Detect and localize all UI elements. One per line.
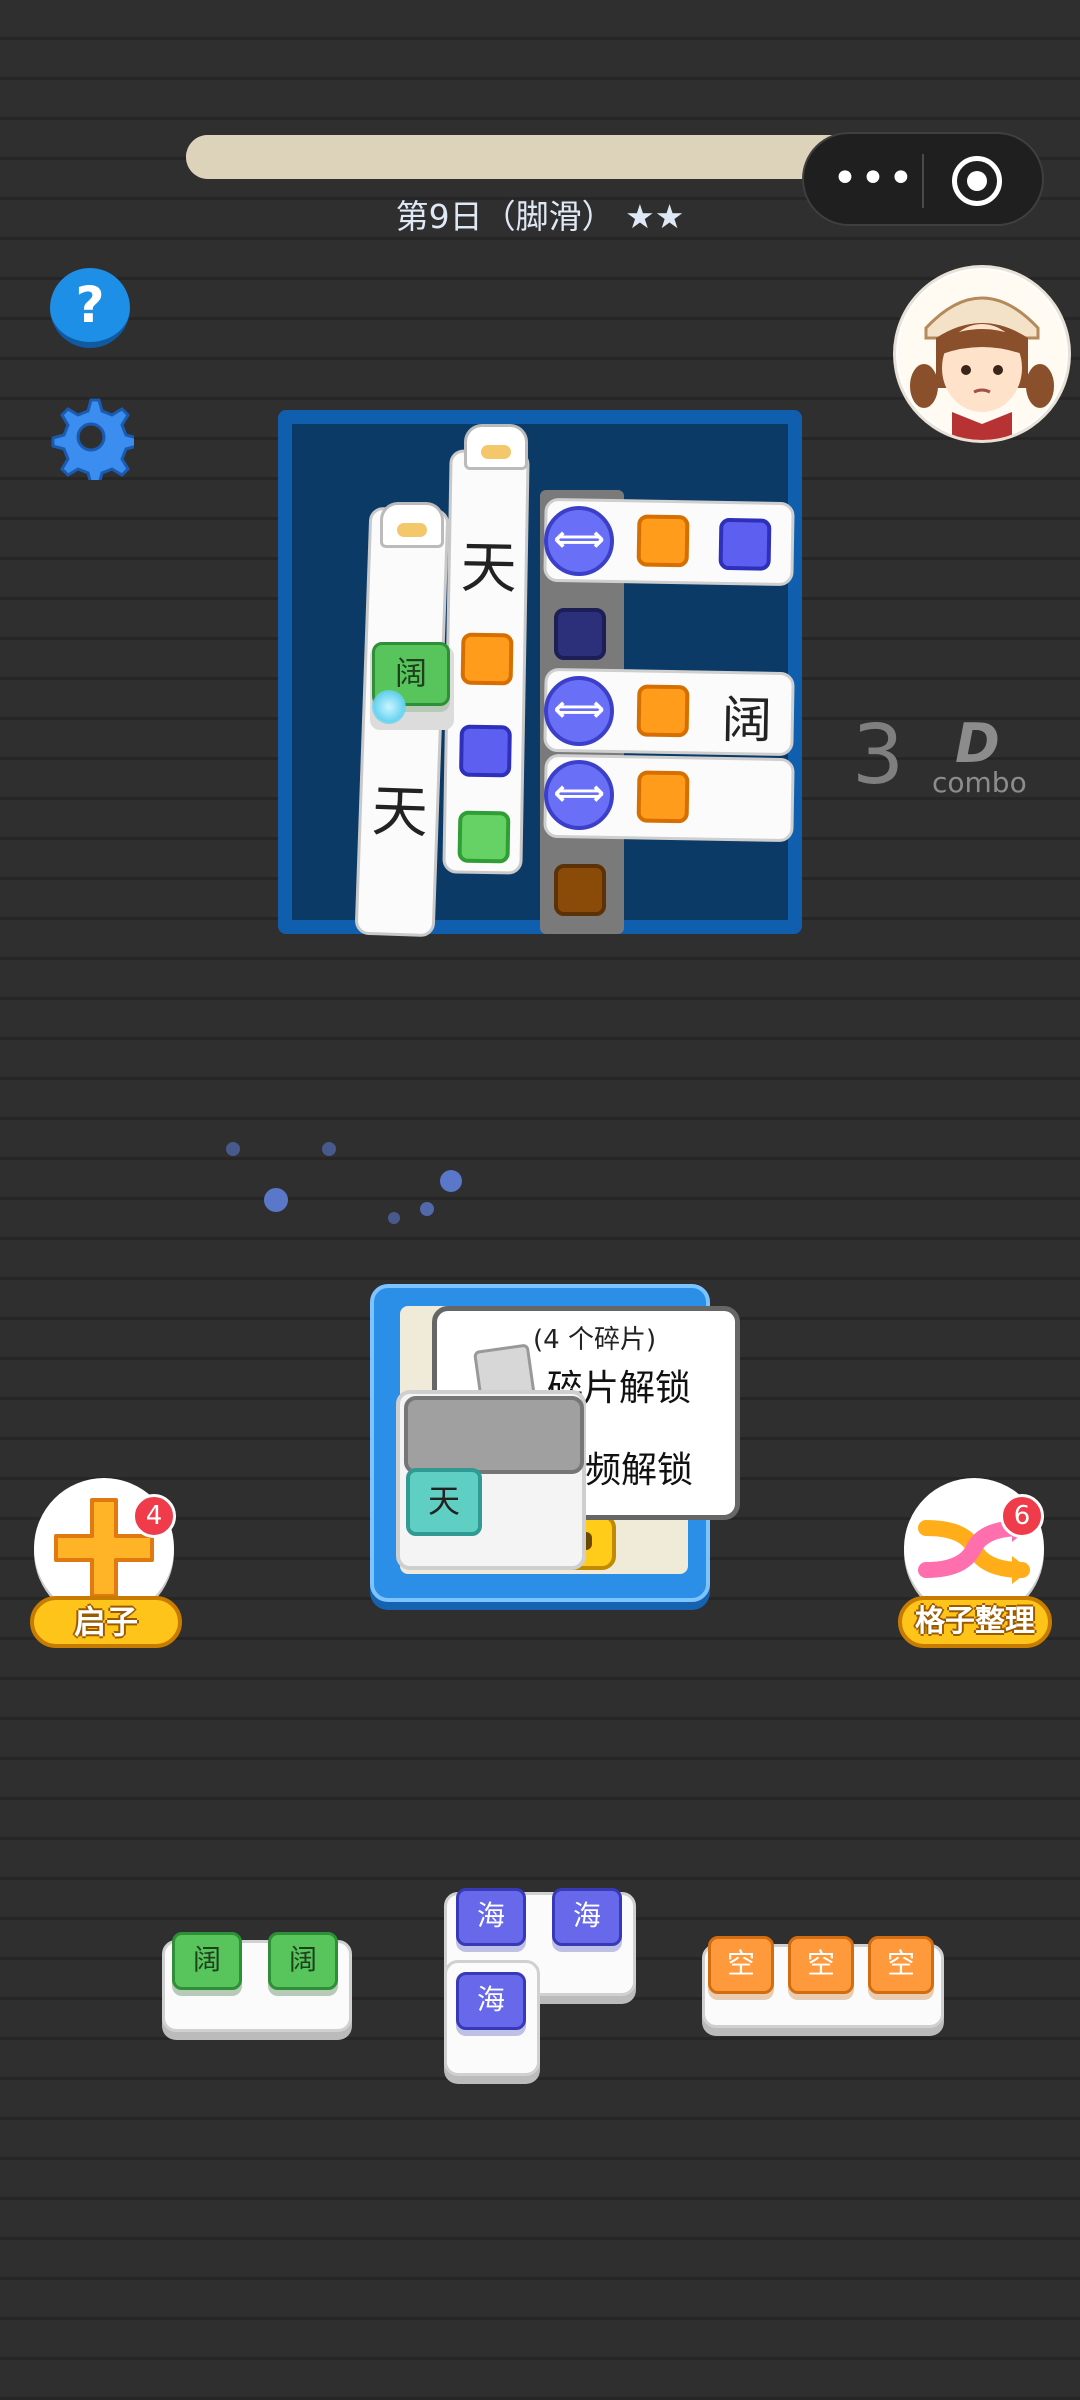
tray-tile: 阔 — [268, 1932, 338, 1990]
bubble-icon — [372, 690, 406, 724]
cell-blue — [718, 517, 772, 571]
cell-dark-blue — [554, 608, 606, 660]
cell-blue — [458, 724, 512, 778]
gear-icon — [51, 398, 139, 486]
swap-arrow-icon[interactable]: ⟺ — [544, 506, 614, 576]
cell-green — [457, 810, 511, 864]
particle-dot — [388, 1212, 400, 1224]
capsule-divider — [922, 154, 924, 208]
particle-dot — [440, 1170, 462, 1192]
particle-dot — [226, 1142, 240, 1156]
pillar-middle[interactable]: 天 — [442, 449, 530, 875]
cow-head-icon — [464, 424, 528, 470]
shuffle-powerup-badge: 6 — [1000, 1494, 1044, 1538]
record-icon[interactable] — [952, 156, 1002, 206]
level-progress-bar — [186, 135, 894, 179]
add-powerup-badge: 4 — [132, 1494, 176, 1538]
combo-label: combo — [932, 766, 1027, 799]
particle-dot — [264, 1188, 288, 1212]
shuffle-powerup-label[interactable]: 格子整理 — [898, 1596, 1052, 1648]
tray-tile: 海 — [552, 1888, 622, 1946]
tray-tile: 阔 — [172, 1932, 242, 1990]
cell-orange — [460, 632, 514, 686]
more-icon[interactable]: ••• — [832, 157, 914, 201]
cell-orange — [636, 770, 690, 824]
cell-orange — [636, 514, 690, 568]
help-button[interactable]: ? — [50, 268, 130, 348]
game-board: 天 天 阔 ⟺ 阔 ⟺ ⟺ — [278, 410, 802, 938]
tray-tile: 海 — [456, 1972, 526, 2030]
tray-tile: 空 — [788, 1936, 854, 1994]
add-powerup-label[interactable]: 启子 — [30, 1596, 182, 1648]
bar-2-char: 阔 — [721, 690, 773, 750]
particle-dot — [420, 1202, 434, 1216]
tray-tile: 空 — [708, 1936, 774, 1994]
preview-piece-gray — [404, 1396, 584, 1474]
settings-button[interactable] — [48, 394, 139, 486]
level-progress-fill — [186, 135, 824, 179]
tray-tile: 海 — [456, 1888, 526, 1946]
tray-tile: 空 — [868, 1936, 934, 1994]
cow-head-icon — [380, 502, 444, 548]
pillar-mid-char: 天 — [460, 535, 518, 602]
level-title: 第9日（脚滑） ★★ — [395, 197, 685, 236]
tooltip-pieces-count: (4 个碎片) — [533, 1325, 657, 1355]
particle-dot — [322, 1142, 336, 1156]
girl-avatar-icon — [898, 270, 1066, 440]
cell-dark-orange — [554, 864, 606, 916]
mini-program-capsule: ••• — [802, 132, 1044, 226]
swap-arrow-icon[interactable]: ⟺ — [544, 760, 614, 830]
tooltip-video-unlock: 频解锁 — [585, 1450, 694, 1491]
pillar-left-char: 天 — [370, 779, 429, 846]
cell-orange — [636, 684, 690, 738]
character-avatar[interactable] — [896, 268, 1068, 440]
combo-count: 3 — [852, 708, 905, 803]
preview-piece-tile: 天 — [406, 1468, 482, 1536]
swap-arrow-icon[interactable]: ⟺ — [544, 676, 614, 746]
